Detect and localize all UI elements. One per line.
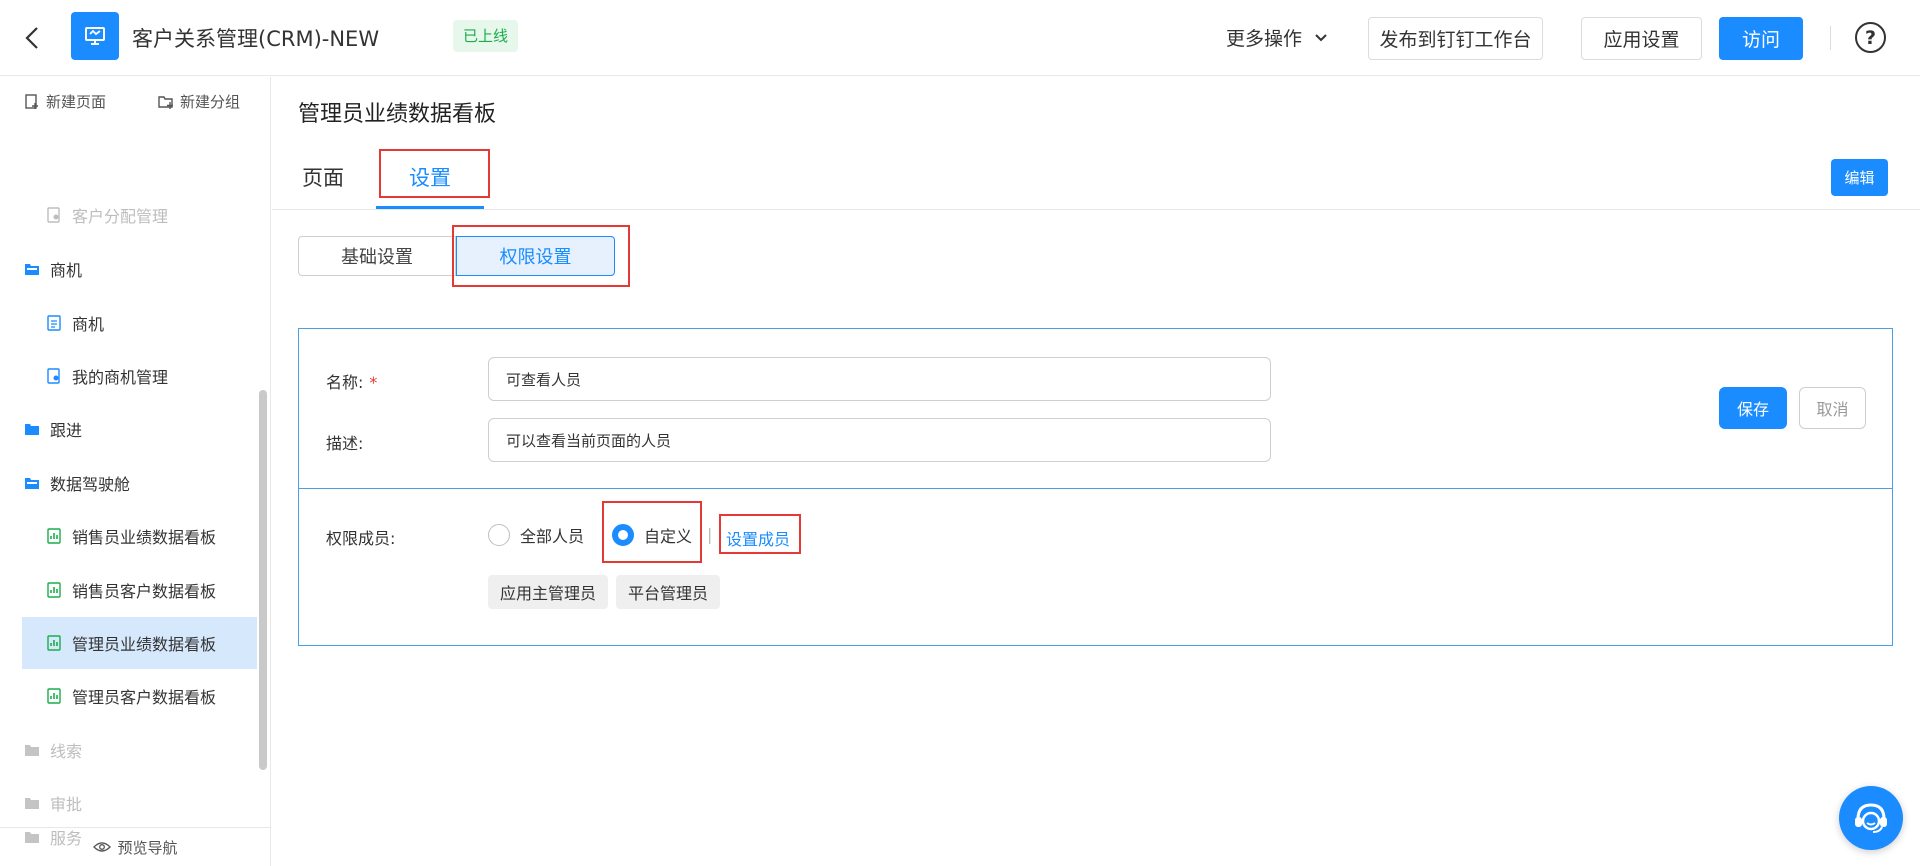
chevron-down-icon bbox=[1315, 33, 1327, 41]
sidebar-item-sales-customer-board[interactable]: 销售员客户数据看板 bbox=[22, 564, 257, 616]
sidebar-item-label: 管理员客户数据看板 bbox=[72, 688, 217, 707]
sidebar-item-label: 商机 bbox=[50, 261, 83, 280]
top-bar: 客户关系管理(CRM)-NEW 已上线 更多操作 发布到钉钉工作台 应用设置 访… bbox=[0, 0, 1920, 76]
sidebar-item-label: 我的商机管理 bbox=[72, 368, 169, 387]
sidebar-actions: 新建页面 新建分组 bbox=[0, 77, 271, 127]
sidebar-item-admin-customer-board[interactable]: 管理员客户数据看板 bbox=[22, 670, 257, 722]
folder-open-icon bbox=[24, 475, 40, 491]
sidebar-item-label: 商机 bbox=[72, 315, 105, 334]
new-page-label: 新建页面 bbox=[46, 93, 107, 111]
radio-custom[interactable]: 自定义 bbox=[612, 523, 692, 547]
name-label: 名称: * bbox=[326, 369, 377, 393]
sidebar-item-sales-perf-board[interactable]: 销售员业绩数据看板 bbox=[22, 510, 257, 562]
sidebar-item-label: 销售员客户数据看板 bbox=[72, 582, 217, 601]
visit-button[interactable]: 访问 bbox=[1719, 17, 1803, 60]
sidebar-item-label: 跟进 bbox=[50, 421, 83, 440]
sidebar-group-data-cockpit[interactable]: 数据驾驶舱 bbox=[22, 457, 257, 509]
status-badge: 已上线 bbox=[453, 20, 519, 52]
customer-service-icon[interactable] bbox=[1839, 786, 1903, 850]
more-actions-label: 更多操作 bbox=[1226, 28, 1303, 50]
page-title: 管理员业绩数据看板 bbox=[298, 102, 497, 127]
required-mark: * bbox=[369, 373, 378, 392]
sidebar-item-label: 客户分配管理 bbox=[72, 207, 169, 226]
desc-label: 描述: bbox=[326, 434, 364, 453]
sidebar-group-opportunity[interactable]: 商机 bbox=[22, 243, 257, 295]
back-icon[interactable] bbox=[18, 22, 46, 54]
app-title: 客户关系管理(CRM)-NEW bbox=[132, 27, 380, 51]
sidebar-item-label: 数据驾驶舱 bbox=[50, 475, 131, 494]
segment-permission-settings[interactable]: 权限设置 bbox=[456, 236, 615, 276]
tab-bar: 页面 设置 bbox=[272, 144, 1920, 210]
members-label: 权限成员: bbox=[326, 529, 396, 548]
more-actions-dropdown[interactable]: 更多操作 bbox=[1226, 24, 1328, 51]
tab-settings[interactable]: 设置 bbox=[409, 162, 451, 192]
edit-button[interactable]: 编辑 bbox=[1831, 159, 1888, 196]
separator: | bbox=[707, 525, 713, 544]
cancel-button[interactable]: 取消 bbox=[1799, 387, 1866, 429]
sidebar-item-customer-assign[interactable]: 客户分配管理 bbox=[22, 189, 257, 241]
report-icon bbox=[46, 528, 62, 544]
app-settings-button[interactable]: 应用设置 bbox=[1581, 17, 1702, 60]
member-tag: 应用主管理员 bbox=[488, 575, 609, 609]
preview-nav-label: 预览导航 bbox=[117, 838, 178, 857]
sidebar-group-follow-up[interactable]: 跟进 bbox=[22, 403, 257, 455]
eye-icon bbox=[93, 842, 112, 852]
sidebar-item-my-opportunity[interactable]: 我的商机管理 bbox=[22, 350, 257, 402]
description-input[interactable]: 可以查看当前页面的人员 bbox=[488, 418, 1271, 462]
radio-all-members[interactable]: 全部人员 bbox=[488, 523, 584, 547]
set-members-link[interactable]: 设置成员 bbox=[726, 526, 790, 550]
sidebar-item-admin-perf-board[interactable]: 管理员业绩数据看板 bbox=[22, 617, 257, 669]
name-label-text: 名称: bbox=[326, 373, 364, 392]
new-page-button[interactable]: 新建页面 bbox=[24, 91, 106, 112]
radio-circle-checked bbox=[612, 524, 634, 546]
folder-open-icon bbox=[24, 261, 40, 277]
publish-dingtalk-button[interactable]: 发布到钉钉工作台 bbox=[1368, 17, 1543, 60]
new-group-label: 新建分组 bbox=[180, 93, 241, 111]
sidebar-item-opportunity[interactable]: 商机 bbox=[22, 297, 257, 349]
tab-active-indicator bbox=[376, 206, 484, 209]
help-icon[interactable]: ? bbox=[1855, 22, 1886, 53]
toolbar-divider bbox=[1830, 26, 1831, 50]
page-icon bbox=[46, 207, 62, 223]
save-button[interactable]: 保存 bbox=[1719, 387, 1787, 429]
report-icon bbox=[46, 582, 62, 598]
segment-basic-settings[interactable]: 基础设置 bbox=[298, 236, 456, 276]
report-icon bbox=[46, 635, 62, 651]
sidebar-item-label: 审批 bbox=[50, 795, 83, 814]
new-page-icon bbox=[25, 93, 38, 109]
app-logo-icon bbox=[71, 12, 119, 60]
panel-divider bbox=[299, 488, 1892, 489]
report-icon bbox=[46, 688, 62, 704]
folder-icon bbox=[24, 742, 40, 758]
new-folder-icon bbox=[158, 95, 173, 109]
radio-circle bbox=[488, 524, 510, 546]
sidebar-item-label: 线索 bbox=[50, 742, 83, 761]
sidebar-group-leads[interactable]: 线索 bbox=[22, 724, 257, 776]
radio-custom-label: 自定义 bbox=[644, 527, 693, 546]
new-group-button[interactable]: 新建分组 bbox=[158, 91, 240, 112]
sidebar-item-label: 销售员业绩数据看板 bbox=[72, 528, 217, 547]
radio-all-label: 全部人员 bbox=[520, 527, 585, 546]
sidebar: 新建页面 新建分组 客户分配管理 商机 商机 我的商机管理 跟进 数据驾驶舱 销… bbox=[0, 77, 271, 866]
folder-icon bbox=[24, 421, 40, 437]
preview-nav-button[interactable]: 预览导航 bbox=[0, 827, 271, 866]
form-page-icon bbox=[46, 315, 62, 331]
sidebar-scrollbar[interactable] bbox=[259, 390, 267, 770]
tab-page[interactable]: 页面 bbox=[302, 162, 344, 192]
permission-panel: 名称: * 可查看人员 描述: 可以查看当前页面的人员 保存 取消 权限成员: 全… bbox=[298, 328, 1893, 646]
custom-page-icon bbox=[46, 368, 62, 384]
sidebar-item-label: 管理员业绩数据看板 bbox=[72, 635, 217, 654]
folder-icon bbox=[24, 795, 40, 811]
name-input[interactable]: 可查看人员 bbox=[488, 357, 1271, 401]
member-tag: 平台管理员 bbox=[616, 575, 721, 609]
